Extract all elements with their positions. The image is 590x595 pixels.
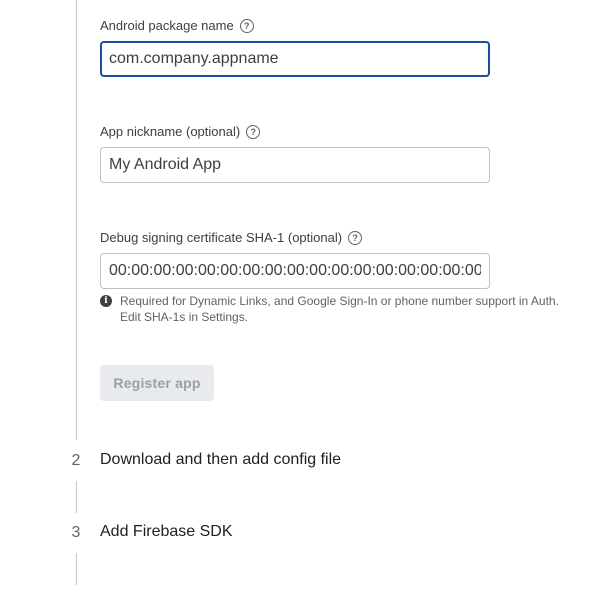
step-3-number: 3: [71, 524, 81, 541]
sha1-hint: i Required for Dynamic Links, and Google…: [100, 293, 570, 325]
step-2-number: 2: [71, 452, 81, 469]
step-3-title[interactable]: Add Firebase SDK: [100, 523, 233, 541]
app-nickname-label-text: App nickname (optional): [100, 124, 241, 139]
sha1-label-text: Debug signing certificate SHA-1 (optiona…: [100, 230, 343, 245]
stepper-connector-2: [76, 481, 77, 513]
help-circle-icon[interactable]: ?: [239, 18, 254, 33]
help-circle-icon[interactable]: ?: [246, 124, 261, 139]
help-circle-icon[interactable]: ?: [348, 230, 363, 245]
app-nickname-input[interactable]: [100, 147, 490, 183]
step-2-title[interactable]: Download and then add config file: [100, 451, 341, 469]
package-name-label: Android package name ?: [100, 18, 254, 33]
app-nickname-label: App nickname (optional) ?: [100, 124, 261, 139]
sha1-input[interactable]: [100, 253, 490, 289]
package-name-input[interactable]: [100, 41, 490, 77]
sha1-label: Debug signing certificate SHA-1 (optiona…: [100, 230, 363, 245]
sha1-hint-text: Required for Dynamic Links, and Google S…: [120, 294, 559, 324]
stepper-connector-3: [76, 553, 77, 585]
package-name-label-text: Android package name: [100, 18, 234, 33]
info-icon: i: [100, 295, 112, 307]
stepper-connector-1: [76, 0, 77, 440]
register-app-button[interactable]: Register app: [100, 365, 214, 401]
